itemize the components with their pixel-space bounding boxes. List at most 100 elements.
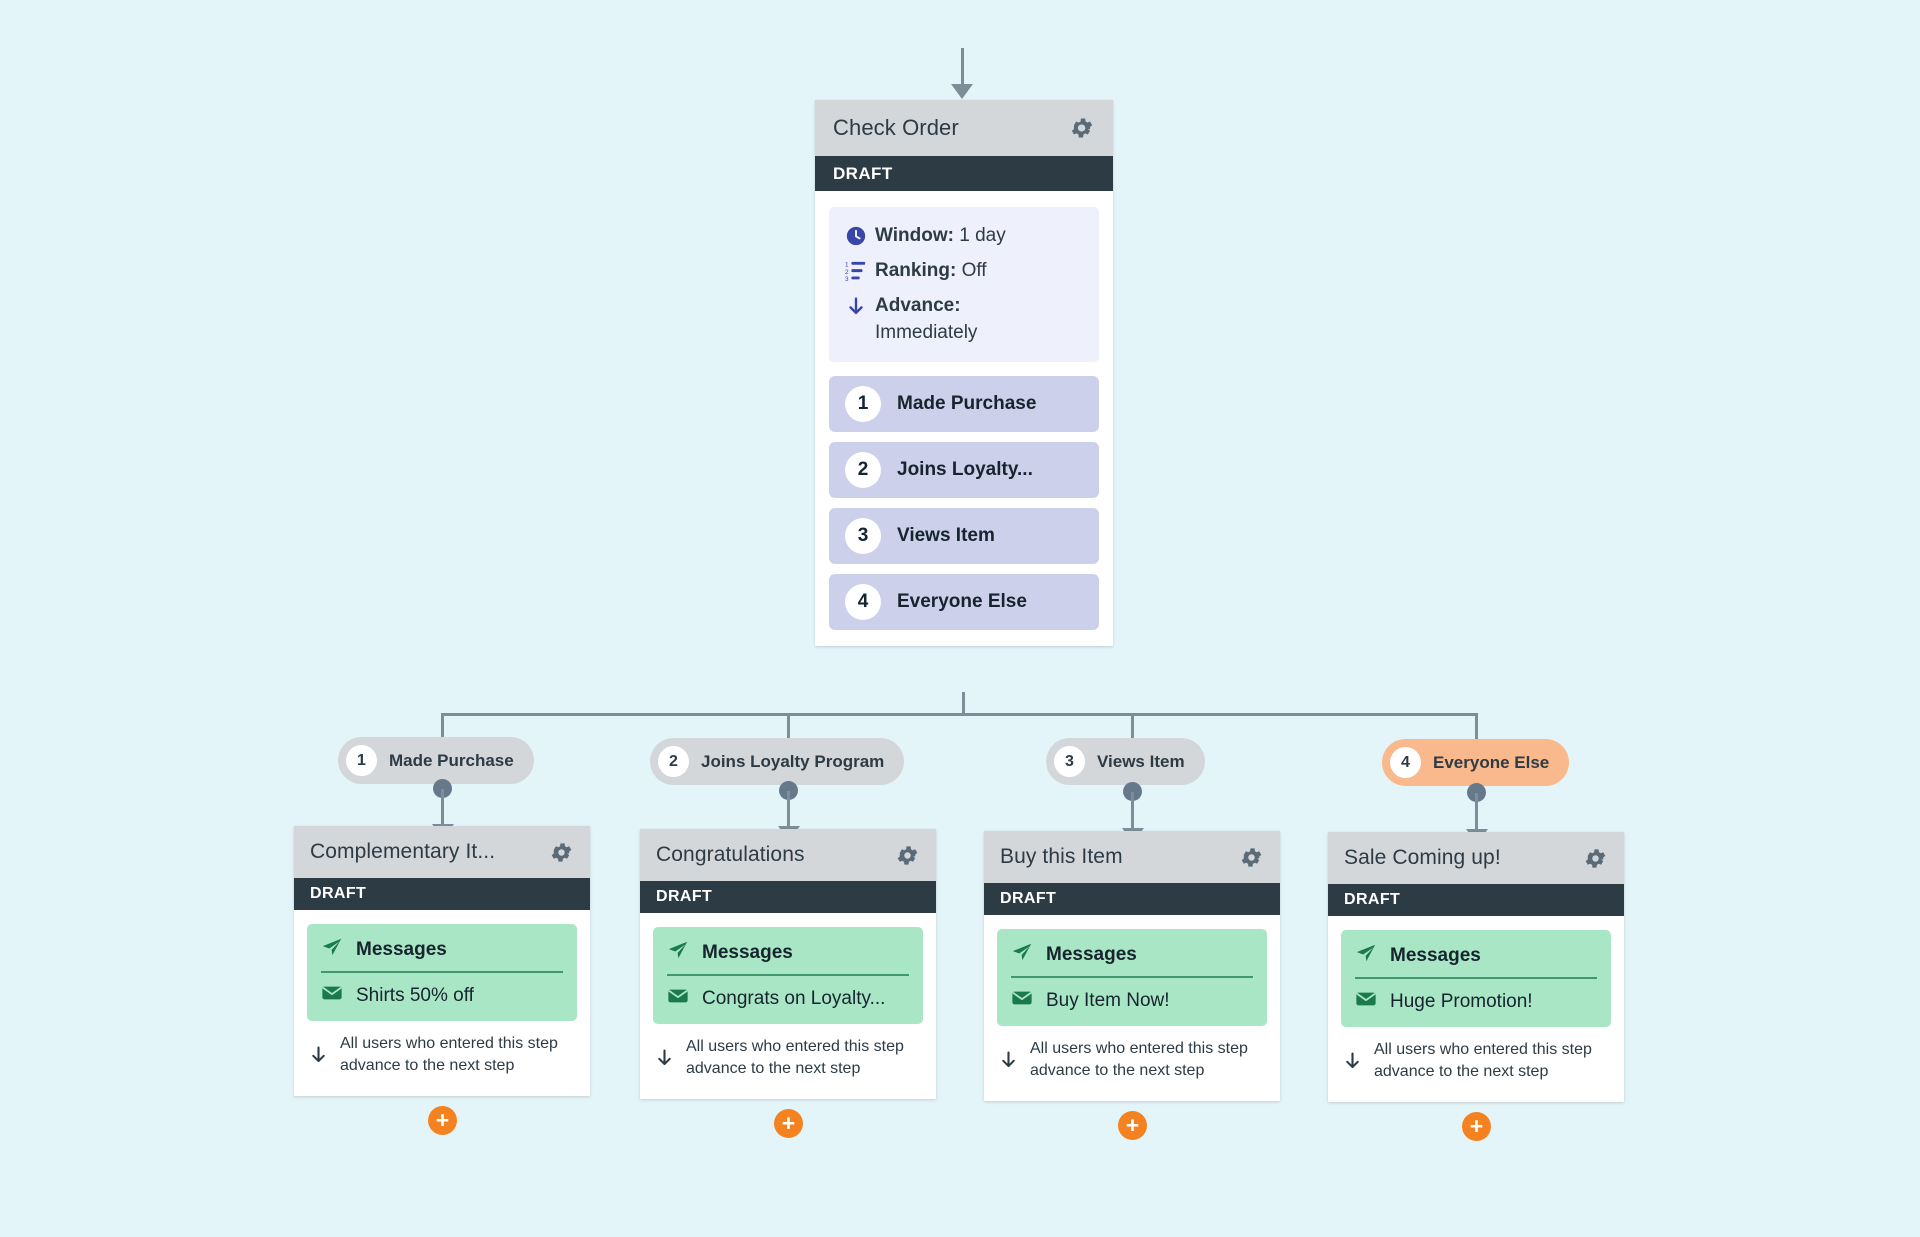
message-item-label: Buy Item Now!	[1046, 989, 1170, 1011]
card-status-badge: DRAFT	[1328, 884, 1624, 916]
setting-ranking-value: Off	[961, 260, 987, 282]
gear-icon[interactable]	[1239, 845, 1264, 870]
inbound-arrowhead	[951, 84, 973, 99]
branch-number: 3	[845, 517, 881, 554]
setting-window-value: 1 day	[959, 225, 1006, 246]
pill-drop-line-4	[1475, 713, 1478, 742]
messages-header: Messages	[1355, 942, 1597, 977]
message-card-buy-this-item[interactable]: Buy this Item DRAFT Messages Buy Item No…	[984, 831, 1280, 1102]
message-item[interactable]: Buy Item Now!	[1011, 978, 1253, 1014]
messages-divider	[321, 971, 563, 973]
check-order-settings: Window: 1 day 1 2 3 Ranking: Off Advance…	[829, 207, 1099, 362]
plus-icon: +	[435, 1106, 450, 1133]
setting-advance-value: Immediately	[875, 321, 978, 343]
card-status-badge: DRAFT	[640, 881, 936, 913]
setting-advance-label: Advance:	[875, 295, 961, 317]
advance-info: All users who entered this step advance …	[640, 1024, 936, 1099]
gear-icon[interactable]	[1069, 115, 1095, 141]
setting-advance: Advance: Immediately	[845, 293, 1085, 345]
check-order-status-badge: DRAFT	[815, 156, 1113, 191]
pill-number: 3	[1054, 746, 1085, 777]
check-order-header: Check Order	[815, 100, 1113, 156]
advance-info: All users who entered this step advance …	[1328, 1027, 1624, 1102]
messages-header: Messages	[667, 939, 909, 974]
card-title: Sale Coming up!	[1344, 846, 1501, 869]
svg-text:3: 3	[845, 276, 849, 282]
clock-icon	[845, 223, 875, 247]
advance-text: All users who entered this step advance …	[1374, 1041, 1592, 1080]
setting-ranking-text: Ranking: Off	[875, 258, 987, 284]
pill-label: Made Purchase	[389, 750, 514, 770]
branch-bus-line	[441, 713, 1478, 716]
advance-info: All users who entered this step advance …	[294, 1021, 590, 1096]
gear-icon[interactable]	[1583, 846, 1608, 871]
plus-icon: +	[1125, 1111, 1140, 1138]
messages-box[interactable]: Messages Congrats on Loyalty...	[653, 927, 923, 1024]
paper-plane-icon	[1011, 941, 1033, 968]
root-trunk-line	[962, 692, 965, 715]
svg-text:2: 2	[845, 269, 849, 276]
paper-plane-icon	[321, 936, 343, 963]
envelope-icon	[1355, 988, 1377, 1015]
branch-row-2[interactable]: 2 Joins Loyalty...	[829, 441, 1099, 498]
messages-label: Messages	[1390, 944, 1481, 966]
branch-label: Everyone Else	[897, 590, 1027, 612]
branch-row-4[interactable]: 4 Everyone Else	[829, 573, 1099, 630]
pill-views-item[interactable]: 3 Views Item	[1046, 738, 1205, 785]
messages-box[interactable]: Messages Huge Promotion!	[1341, 930, 1611, 1027]
branch-label: Joins Loyalty...	[897, 458, 1033, 480]
setting-ranking-label: Ranking:	[875, 260, 957, 282]
pill-number: 1	[346, 745, 377, 776]
card-header: Complementary It...	[294, 826, 590, 878]
advance-info: All users who entered this step advance …	[984, 1026, 1280, 1101]
messages-label: Messages	[1046, 943, 1137, 965]
messages-box[interactable]: Messages Buy Item Now!	[997, 929, 1267, 1026]
ranking-list-icon: 1 2 3	[845, 258, 875, 283]
arrow-down-icon	[845, 293, 875, 317]
branch-label: Views Item	[897, 524, 995, 546]
gear-icon[interactable]	[895, 843, 920, 868]
pill-number: 2	[658, 746, 689, 777]
branch-row-3[interactable]: 3 Views Item	[829, 507, 1099, 564]
card-status-badge: DRAFT	[294, 878, 590, 910]
pill-made-purchase[interactable]: 1 Made Purchase	[338, 737, 534, 784]
card-header: Buy this Item	[984, 831, 1280, 883]
messages-divider	[667, 974, 909, 976]
pill-joins-loyalty-program[interactable]: 2 Joins Loyalty Program	[650, 738, 905, 785]
pill-label: Views Item	[1097, 751, 1185, 771]
add-step-button-3[interactable]: +	[1118, 1111, 1147, 1140]
gear-icon[interactable]	[549, 840, 574, 865]
setting-window-text: Window: 1 day	[875, 223, 1006, 249]
message-item[interactable]: Huge Promotion!	[1355, 979, 1597, 1015]
add-step-button-4[interactable]: +	[1462, 1112, 1491, 1141]
card-title: Complementary It...	[310, 840, 496, 863]
arrow-down-icon	[1342, 1050, 1374, 1071]
card-title: Congratulations	[656, 843, 805, 866]
arrow-down-icon	[308, 1044, 340, 1065]
message-card-congratulations[interactable]: Congratulations DRAFT Messages Congrats …	[640, 829, 936, 1100]
pill-label: Everyone Else	[1433, 752, 1550, 772]
envelope-icon	[321, 982, 343, 1009]
message-card-sale-coming-up[interactable]: Sale Coming up! DRAFT Messages Huge Prom…	[1328, 832, 1624, 1103]
arrow-down-icon	[998, 1049, 1030, 1070]
paper-plane-icon	[1355, 942, 1377, 969]
pill-label: Joins Loyalty Program	[701, 751, 885, 771]
message-item[interactable]: Congrats on Loyalty...	[667, 976, 909, 1012]
branch-number: 2	[845, 451, 881, 488]
messages-box[interactable]: Messages Shirts 50% off	[307, 924, 577, 1021]
branch-row-1[interactable]: 1 Made Purchase	[829, 375, 1099, 432]
advance-text: All users who entered this step advance …	[340, 1035, 558, 1074]
message-item-label: Huge Promotion!	[1390, 990, 1533, 1012]
message-item[interactable]: Shirts 50% off	[321, 973, 563, 1009]
plus-icon: +	[781, 1109, 796, 1136]
pill-everyone-else[interactable]: 4 Everyone Else	[1382, 739, 1570, 786]
message-card-complementary-item[interactable]: Complementary It... DRAFT Messages Shirt…	[294, 826, 590, 1097]
check-order-card[interactable]: Check Order DRAFT Window: 1 day 1 2 3 Ra…	[815, 100, 1113, 646]
envelope-icon	[667, 985, 689, 1012]
setting-window: Window: 1 day	[845, 223, 1085, 249]
add-step-button-1[interactable]: +	[428, 1106, 457, 1135]
advance-text: All users who entered this step advance …	[1030, 1040, 1248, 1079]
card-title: Buy this Item	[1000, 845, 1123, 868]
add-step-button-2[interactable]: +	[774, 1109, 803, 1138]
check-order-title: Check Order	[833, 115, 959, 140]
